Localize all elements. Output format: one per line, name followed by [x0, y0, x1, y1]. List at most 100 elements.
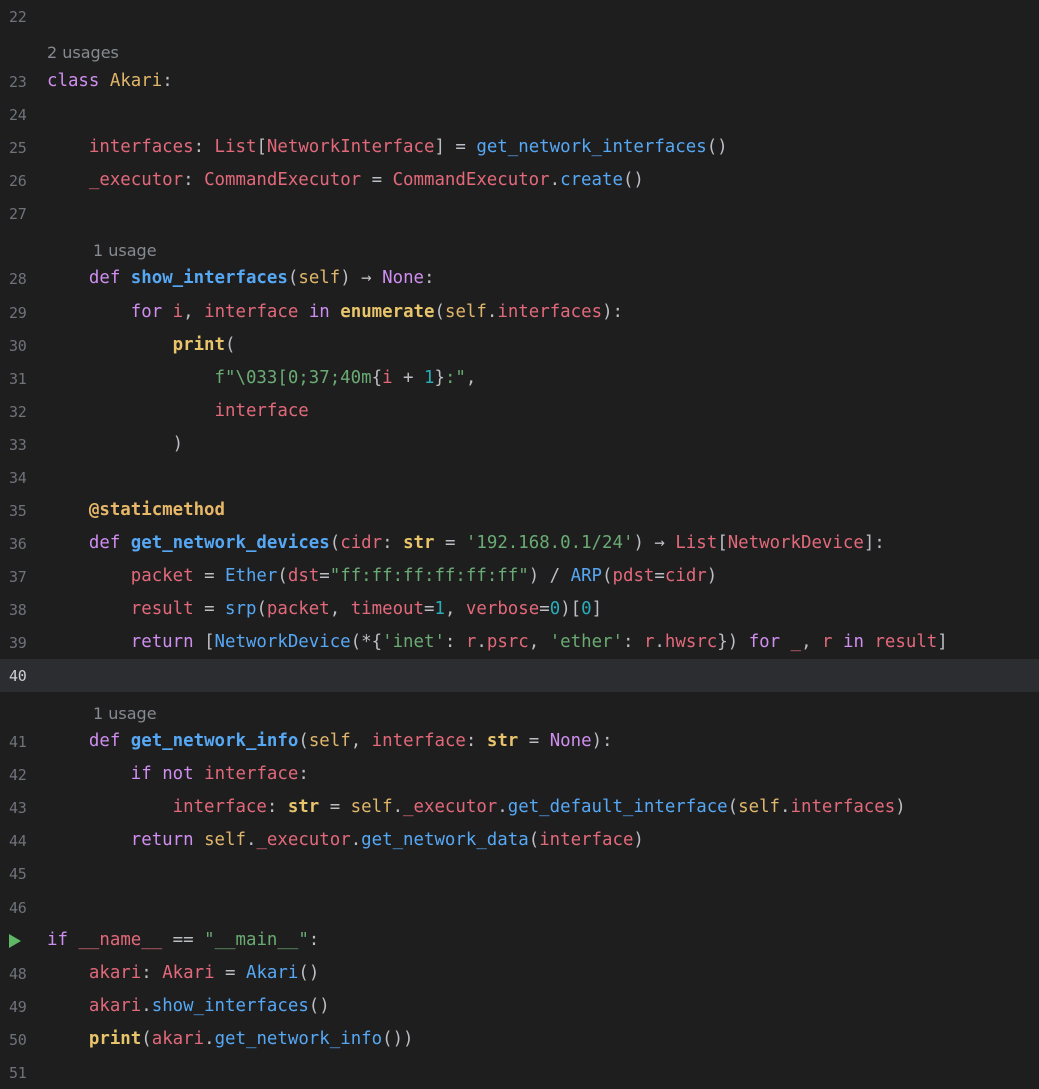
gutter[interactable]: 41 [0, 725, 47, 758]
code-text[interactable]: interface [47, 395, 309, 428]
code-line[interactable]: 44 return self._executor.get_network_dat… [0, 824, 1039, 857]
code-text[interactable]: interface: str = self._executor.get_defa… [47, 791, 906, 824]
gutter[interactable] [0, 924, 47, 957]
code-text[interactable]: akari: Akari = Akari() [47, 957, 319, 990]
code-line[interactable]: 33 ) [0, 428, 1039, 461]
code-text[interactable]: @staticmethod [47, 494, 225, 527]
gutter[interactable]: 22 [0, 0, 47, 33]
gutter[interactable]: 27 [0, 197, 47, 230]
code-text[interactable]: packet = Ether(dst="ff:ff:ff:ff:ff:ff") … [47, 560, 717, 593]
code-token: () [622, 170, 644, 190]
code-token: get_network_info [214, 1029, 383, 1049]
gutter[interactable]: 23 [0, 65, 47, 98]
usages-hint[interactable]: 1 usage [93, 240, 157, 262]
gutter[interactable]: 26 [0, 164, 47, 197]
code-line[interactable]: 29 for i, interface in enumerate(self.in… [0, 296, 1039, 329]
code-text[interactable]: interfaces: List[NetworkInterface] = get… [47, 131, 728, 164]
gutter[interactable]: 31 [0, 362, 47, 395]
code-line[interactable]: 31 f"\033[0;37;40m{i + 1}:", [0, 362, 1039, 395]
code-line[interactable]: 43 interface: str = self._executor.get_d… [0, 791, 1039, 824]
code-line[interactable]: 41 def get_network_info(self, interface:… [0, 725, 1039, 758]
gutter[interactable]: 40 [0, 659, 47, 692]
code-line[interactable]: 46 [0, 891, 1039, 924]
gutter[interactable]: 38 [0, 593, 47, 626]
code-token: in [308, 302, 330, 322]
gutter[interactable]: 25 [0, 131, 47, 164]
usages-hint[interactable]: 1 usage [93, 703, 157, 725]
code-editor[interactable]: 22 2 usages 23 class Akari: 24 25 interf… [0, 0, 1039, 1087]
gutter[interactable]: 37 [0, 560, 47, 593]
gutter[interactable]: 39 [0, 626, 47, 659]
code-line[interactable]: 34 [0, 461, 1039, 494]
code-text[interactable]: def get_network_info(self, interface: st… [47, 725, 613, 758]
gutter[interactable]: 36 [0, 527, 47, 560]
gutter[interactable]: 28 [0, 262, 47, 295]
code-line[interactable]: 23 class Akari: [0, 65, 1039, 98]
gutter[interactable]: 42 [0, 758, 47, 791]
code-line[interactable]: 32 interface [0, 395, 1039, 428]
line-number: 44 [9, 831, 27, 850]
code-line[interactable]: 30 print( [0, 329, 1039, 362]
code-line[interactable]: 51 [0, 1056, 1039, 1089]
gutter[interactable]: 32 [0, 395, 47, 428]
code-text[interactable]: print(akari.get_network_info()) [47, 1023, 414, 1056]
code-line[interactable]: 35 @staticmethod [0, 494, 1039, 527]
code-token: ( [277, 566, 288, 586]
gutter[interactable]: 43 [0, 791, 47, 824]
code-line[interactable]: 22 [0, 0, 1039, 33]
code-text[interactable]: akari.show_interfaces() [47, 990, 330, 1023]
code-line[interactable]: 28 def show_interfaces(self) → None: [0, 262, 1039, 295]
code-text[interactable]: def show_interfaces(self) → None: [47, 262, 435, 295]
code-text[interactable]: _executor: CommandExecutor = CommandExec… [47, 164, 644, 197]
code-line[interactable]: 49 akari.show_interfaces() [0, 990, 1039, 1023]
gutter[interactable]: 49 [0, 990, 47, 1023]
code-line[interactable]: 39 return [NetworkDevice(*{'inet': r.psr… [0, 626, 1039, 659]
run-icon[interactable] [9, 934, 21, 948]
gutter[interactable]: 48 [0, 957, 47, 990]
code-text[interactable]: for i, interface in enumerate(self.inter… [47, 296, 623, 329]
code-line[interactable]: 45 [0, 857, 1039, 890]
code-line[interactable]: 27 [0, 197, 1039, 230]
code-line[interactable]: 25 interfaces: List[NetworkInterface] = … [0, 131, 1039, 164]
gutter[interactable]: 45 [0, 857, 47, 890]
code-line[interactable]: 42 if not interface: [0, 758, 1039, 791]
code-text[interactable]: return [NetworkDevice(*{'inet': r.psrc, … [47, 626, 948, 659]
code-line[interactable]: 48 akari: Akari = Akari() [0, 957, 1039, 990]
code-token: akari [151, 1029, 205, 1049]
code-token: : [424, 268, 435, 288]
gutter[interactable]: 24 [0, 98, 47, 131]
gutter[interactable]: 34 [0, 461, 47, 494]
gutter[interactable]: 33 [0, 428, 47, 461]
code-token: } [434, 368, 445, 388]
code-text[interactable]: def get_network_devices(cidr: str = '192… [47, 527, 885, 560]
code-text[interactable]: class Akari: [47, 65, 173, 98]
current-line[interactable]: 40 [0, 659, 1039, 692]
gutter[interactable]: 44 [0, 824, 47, 857]
code-text[interactable]: f"\033[0;37;40m{i + 1}:", [47, 362, 477, 395]
code-line[interactable]: 37 packet = Ether(dst="ff:ff:ff:ff:ff:ff… [0, 560, 1039, 593]
code-line[interactable]: 24 [0, 98, 1039, 131]
code-token: interfaces [790, 797, 896, 817]
code-token: ( [528, 830, 540, 850]
code-line[interactable]: 38 result = srp(packet, timeout=1, verbo… [0, 593, 1039, 626]
code-text[interactable]: if __name__ == "__main__": [47, 924, 319, 957]
gutter[interactable]: 51 [0, 1056, 47, 1089]
gutter[interactable]: 50 [0, 1023, 47, 1056]
code-line[interactable]: 50 print(akari.get_network_info()) [0, 1023, 1039, 1056]
code-text[interactable]: print( [47, 329, 236, 362]
code-text[interactable]: if not interface: [47, 758, 309, 791]
gutter[interactable]: 35 [0, 494, 47, 527]
gutter[interactable]: 46 [0, 891, 47, 924]
code-line[interactable]: 26 _executor: CommandExecutor = CommandE… [0, 164, 1039, 197]
code-token: interface [172, 797, 267, 817]
gutter[interactable]: 29 [0, 296, 47, 329]
gutter[interactable]: 30 [0, 329, 47, 362]
code-text[interactable]: return self._executor.get_network_data(i… [47, 824, 644, 857]
usages-hint[interactable]: 2 usages [47, 42, 119, 64]
code-line[interactable]: if __name__ == "__main__": [0, 924, 1039, 957]
code-line[interactable]: 36 def get_network_devices(cidr: str = '… [0, 527, 1039, 560]
code-text[interactable]: ) [47, 428, 184, 461]
code-text[interactable]: result = srp(packet, timeout=1, verbose=… [47, 593, 602, 626]
